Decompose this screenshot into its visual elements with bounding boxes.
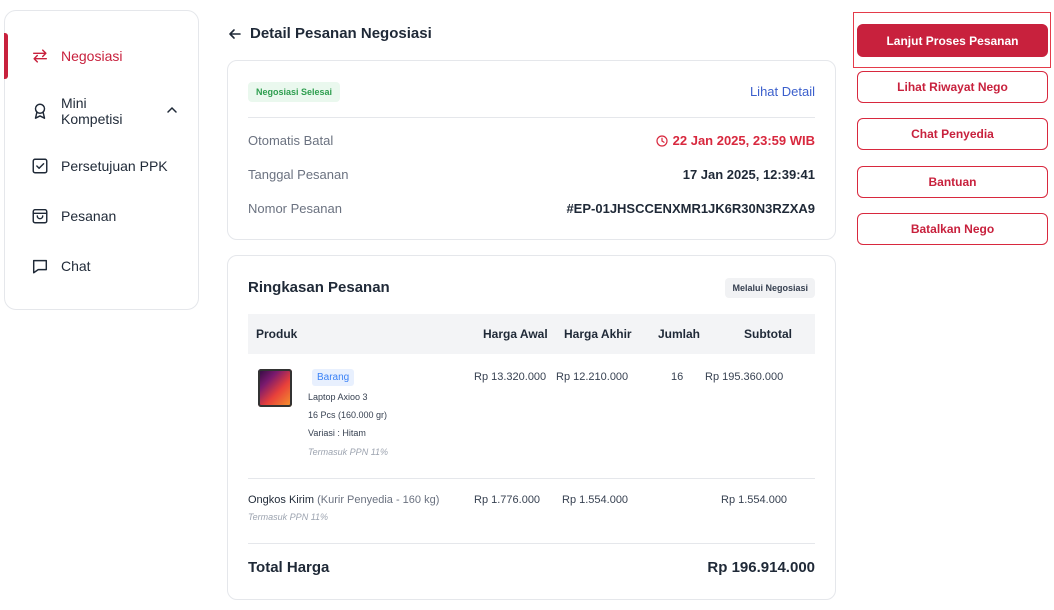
back-arrow-icon[interactable] xyxy=(228,27,242,41)
auto-cancel-row: Otomatis Batal 22 Jan 2025, 23:59 WIB xyxy=(248,133,815,148)
product-tax-note: Termasuk PPN 11% xyxy=(308,447,389,457)
sidebar-item-label: Chat xyxy=(61,258,91,274)
total-label: Total Harga xyxy=(248,559,330,576)
shipping-harga-awal: Rp 1.776.000 xyxy=(474,494,541,506)
negotiation-history-button[interactable]: Lihat Riwayat Nego xyxy=(857,71,1048,103)
order-date-value: 17 Jan 2025, 12:39:41 xyxy=(682,167,815,182)
product-thumbnail[interactable] xyxy=(258,369,292,407)
detail-link[interactable]: Lihat Detail xyxy=(750,84,815,99)
sidebar-item-pesanan[interactable]: Pesanan xyxy=(5,191,198,241)
column-header-harga-akhir: Harga Akhir xyxy=(564,327,632,341)
swap-arrows-icon xyxy=(31,47,49,65)
product-harga-akhir: Rp 12.210.000 xyxy=(556,371,629,383)
product-qty-weight: 16 Pcs (160.000 gr) xyxy=(308,410,388,420)
shipping-subtotal: Rp 1.554.000 xyxy=(721,494,788,506)
shipping-tax-note: Termasuk PPN 11% xyxy=(248,512,329,522)
sidebar-item-label: Persetujuan PPK xyxy=(61,158,168,174)
column-header-harga-awal: Harga Awal xyxy=(483,327,548,341)
message-icon xyxy=(31,257,49,275)
sidebar: Negosiasi Mini Kompetisi Persetujuan PPK… xyxy=(4,10,199,310)
clock-icon xyxy=(656,134,668,147)
total-value: Rp 196.914.000 xyxy=(707,559,815,576)
sidebar-item-chat[interactable]: Chat xyxy=(5,241,198,291)
negotiation-badge: Melalui Negosiasi xyxy=(725,278,815,298)
auto-cancel-value: 22 Jan 2025, 23:59 WIB xyxy=(672,133,815,148)
product-jumlah: 16 xyxy=(671,371,684,383)
shopping-bag-icon xyxy=(31,207,49,225)
sidebar-item-persetujuan-ppk[interactable]: Persetujuan PPK xyxy=(5,141,198,191)
award-icon xyxy=(31,102,49,120)
page-title-text: Detail Pesanan Negosiasi xyxy=(250,25,432,42)
shipping-harga-akhir: Rp 1.554.000 xyxy=(562,494,629,506)
auto-cancel-value-wrap: 22 Jan 2025, 23:59 WIB xyxy=(656,133,815,148)
page-title: Detail Pesanan Negosiasi xyxy=(228,25,432,42)
chevron-up-icon[interactable] xyxy=(166,103,178,115)
chat-provider-button[interactable]: Chat Penyedia xyxy=(857,118,1048,150)
summary-title: Ringkasan Pesanan xyxy=(248,279,390,296)
product-subtotal: Rp 195.360.000 xyxy=(705,371,784,383)
sidebar-item-negosiasi[interactable]: Negosiasi xyxy=(4,31,198,81)
status-badge: Negosiasi Selesai xyxy=(248,82,341,102)
column-header-produk: Produk xyxy=(256,327,298,341)
continue-order-button[interactable]: Lanjut Proses Pesanan xyxy=(857,24,1048,57)
sidebar-item-label: Negosiasi xyxy=(61,48,123,64)
table-header: Produk Harga Awal Harga Akhir Jumlah Sub… xyxy=(248,314,815,354)
shipping-detail: (Kurir Penyedia - 160 kg) xyxy=(317,494,440,506)
cancel-negotiation-button[interactable]: Batalkan Nego xyxy=(857,213,1048,245)
product-name[interactable]: Laptop Axioo 3 xyxy=(308,392,368,402)
check-square-icon xyxy=(31,157,49,175)
help-button[interactable]: Bantuan xyxy=(857,166,1048,198)
order-date-row: Tanggal Pesanan 17 Jan 2025, 12:39:41 xyxy=(248,167,815,182)
order-summary-card: Ringkasan Pesanan Melalui Negosiasi Prod… xyxy=(227,255,836,600)
column-header-subtotal: Subtotal xyxy=(744,327,792,341)
product-variant: Variasi : Hitam xyxy=(308,428,366,438)
order-number-value: #EP-01JHSCCENXMR1JK6R30N3RZXA9 xyxy=(566,201,815,216)
column-header-jumlah: Jumlah xyxy=(658,327,701,341)
divider xyxy=(248,543,815,544)
sidebar-item-label: Mini Kompetisi xyxy=(61,95,123,127)
shipping-label: Ongkos Kirim xyxy=(248,494,315,506)
order-number-row: Nomor Pesanan #EP-01JHSCCENXMR1JK6R30N3R… xyxy=(248,201,815,216)
auto-cancel-label: Otomatis Batal xyxy=(248,133,334,148)
divider xyxy=(248,117,815,118)
order-info-card: Negosiasi Selesai Lihat Detail Otomatis … xyxy=(227,60,836,240)
product-type-tag: Barang xyxy=(312,369,355,386)
order-date-label: Tanggal Pesanan xyxy=(248,167,349,182)
shipping-label-wrap: Ongkos Kirim (Kurir Penyedia - 160 kg) xyxy=(248,494,439,506)
sidebar-item-label: Pesanan xyxy=(61,208,117,224)
product-harga-awal: Rp 13.320.000 xyxy=(474,371,547,383)
order-number-label: Nomor Pesanan xyxy=(248,201,342,216)
divider xyxy=(248,478,815,479)
sidebar-item-mini-kompetisi[interactable]: Mini Kompetisi xyxy=(5,81,198,141)
